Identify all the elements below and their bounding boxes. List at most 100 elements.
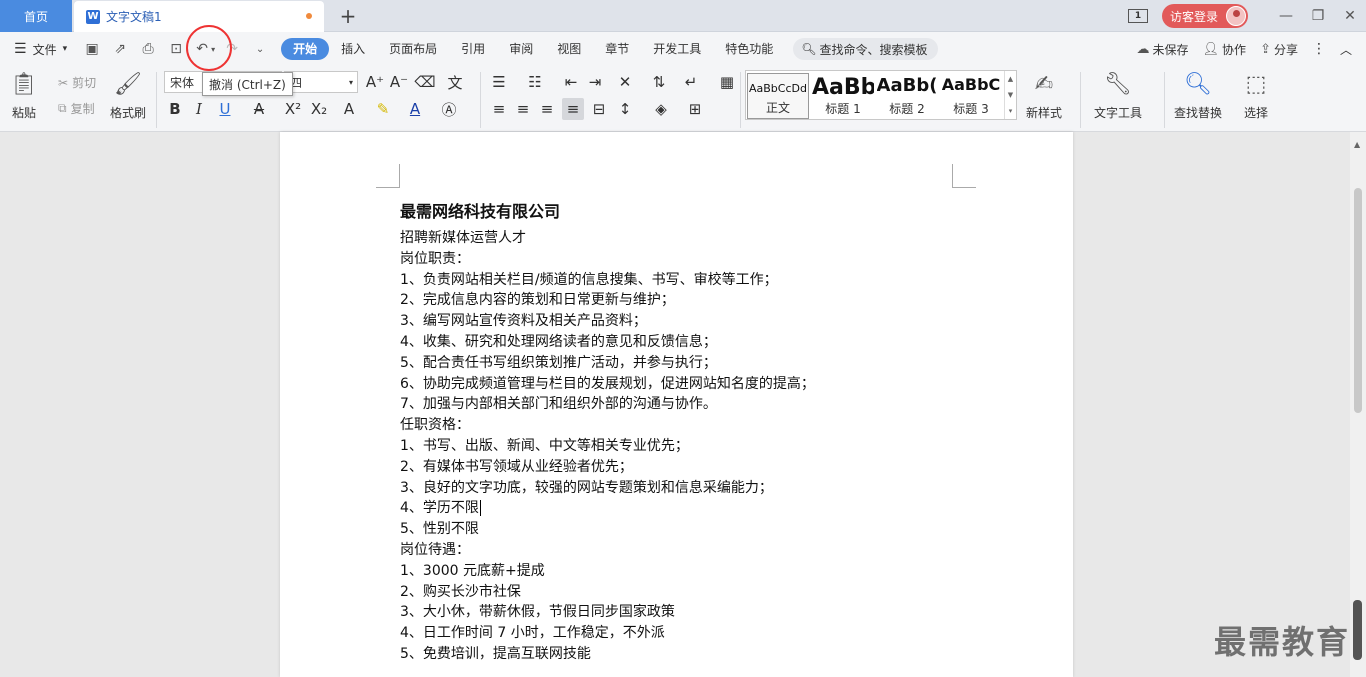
find-replace-button[interactable]: 🔍︎ 查找替换 <box>1174 70 1222 121</box>
clipboard-icon: 📋︎ <box>10 71 38 97</box>
borders-icon[interactable]: ⊞ <box>684 98 706 120</box>
table-layout-icon[interactable]: ▦ <box>716 71 738 93</box>
chinese-layout-icon[interactable]: ✕ <box>614 71 636 93</box>
style-heading-1[interactable]: AaBb 标题 1 <box>812 73 874 119</box>
underline-icon[interactable]: U <box>214 98 236 120</box>
clear-format-icon[interactable]: ⌫ <box>414 71 436 93</box>
document-page[interactable]: 最需网络科技有限公司 招聘新媒体运营人才 岗位职责： 1、负责网站相关栏目/频道… <box>280 132 1073 677</box>
collab-label: 协作 <box>1222 42 1247 57</box>
margin-corner-mark <box>952 164 976 188</box>
tab-home-start[interactable]: 开始 <box>281 38 330 60</box>
style-heading-3[interactable]: AaBbC 标题 3 <box>940 73 1002 119</box>
increase-indent-icon[interactable]: ⇥ <box>584 71 606 93</box>
divider <box>740 72 741 128</box>
paragraph: 任职资格： <box>400 417 470 434</box>
bullet-list-icon[interactable]: ☰ <box>488 71 510 93</box>
format-painter-button[interactable]: 🖌︎ 格式刷 <box>110 70 146 121</box>
paragraph: 3、良好的文字功底，较强的网站专题策划和信息采编能力； <box>400 479 773 496</box>
undo-highlight-circle <box>186 25 232 71</box>
magnifier-icon: 🔍︎ <box>1184 71 1212 97</box>
style-heading-2[interactable]: AaBb( 标题 2 <box>876 73 938 119</box>
align-center-icon[interactable]: ≡ <box>512 98 534 120</box>
bold-icon[interactable]: B <box>164 98 186 120</box>
document-body: 招聘新媒体运营人才 岗位职责： 1、负责网站相关栏目/频道的信息搜集、书写、审校… <box>400 228 815 665</box>
strikethrough-icon[interactable]: A <box>248 98 270 120</box>
copy-icon: ⧉ <box>58 101 67 115</box>
avatar <box>1226 6 1246 26</box>
guest-login-button[interactable]: 访客登录 <box>1161 4 1248 28</box>
style-gallery-scroll[interactable]: ▲ ▼ ▾ <box>1004 71 1016 119</box>
undo-tooltip-text: 撤消 (Ctrl+Z) <box>209 77 286 92</box>
export-icon[interactable]: ⇗ <box>111 40 129 58</box>
share-button[interactable]: ⇪ 分享 <box>1260 41 1298 58</box>
customize-toolbar-icon[interactable]: ⌄ <box>251 40 269 58</box>
collapse-ribbon-icon[interactable]: ︿ <box>1340 41 1352 58</box>
copy-label: 复制 <box>70 102 95 116</box>
scroll-nav-handle[interactable] <box>1353 600 1362 660</box>
vertical-scrollbar[interactable]: ▲ <box>1350 132 1366 677</box>
numbered-list-icon[interactable]: ☷ <box>524 71 546 93</box>
new-style-button[interactable]: ✍ 新样式 <box>1026 70 1062 121</box>
more-icon[interactable]: ⋮ <box>1312 41 1326 57</box>
tab-section[interactable]: 章节 <box>593 38 641 60</box>
chevron-down-icon: ▾ <box>62 44 68 54</box>
new-style-label: 新样式 <box>1026 106 1063 120</box>
guest-login-label: 访客登录 <box>1169 9 1218 24</box>
style-label: 正文 <box>765 101 790 115</box>
paste-button[interactable]: 📋︎ 粘贴 <box>10 70 38 121</box>
char-border-icon[interactable]: Ⓐ <box>438 98 460 120</box>
style-normal[interactable]: AaBbCcDd 正文 <box>747 73 809 119</box>
phonetic-guide-icon[interactable]: 文 <box>444 71 466 93</box>
shrink-font-icon[interactable]: A⁻ <box>388 71 410 93</box>
tab-review[interactable]: 审阅 <box>497 38 545 60</box>
text-effect-icon[interactable]: A <box>338 98 360 120</box>
tab-view[interactable]: 视图 <box>545 38 593 60</box>
command-search-input[interactable]: 🔍︎ 查找命令、搜索模板 <box>793 38 938 60</box>
sort-icon[interactable]: ⇅ <box>648 71 670 93</box>
font-color-icon[interactable]: A <box>404 98 426 120</box>
save-icon[interactable]: ▣ <box>83 40 101 58</box>
align-left-icon[interactable]: ≡ <box>488 98 510 120</box>
scrollbar-thumb[interactable] <box>1354 188 1362 413</box>
new-tab-button[interactable]: + <box>336 4 360 28</box>
file-menu[interactable]: ☰ 文件 ▾ <box>14 41 67 58</box>
window-count-icon[interactable]: 1 <box>1127 9 1148 23</box>
justify-icon[interactable]: ≡ <box>562 98 584 120</box>
superscript-icon[interactable]: X² <box>282 98 304 120</box>
cut-button[interactable]: ✂ 剪切 <box>58 74 96 91</box>
tab-features[interactable]: 特色功能 <box>713 38 785 60</box>
copy-button[interactable]: ⧉ 复制 <box>58 100 95 117</box>
tab-page-layout[interactable]: 页面布局 <box>377 38 449 60</box>
tab-home[interactable]: 首页 <box>0 0 72 32</box>
print-preview-icon[interactable]: ⊡ <box>167 40 185 58</box>
distribute-icon[interactable]: ⊟ <box>588 98 610 120</box>
paste-label: 粘贴 <box>11 106 36 120</box>
text-tools-button[interactable]: 🔧︎ 文字工具 <box>1094 70 1142 121</box>
collab-button[interactable]: 👤︎ 协作 <box>1203 41 1247 58</box>
tab-developer[interactable]: 开发工具 <box>641 38 713 60</box>
user-icon: 👤︎ <box>1202 41 1220 57</box>
tab-insert[interactable]: 插入 <box>329 38 377 60</box>
paragraph: 5、免费培训，提高互联网技能 <box>400 645 591 662</box>
close-button[interactable]: ✕ <box>1334 0 1366 32</box>
paragraph: 5、配合责任书写组织策划推广活动，并参与执行； <box>400 354 717 371</box>
italic-icon[interactable]: I <box>188 98 210 120</box>
style-label: 标题 1 <box>825 102 861 116</box>
shading-icon[interactable]: ◈ <box>650 98 672 120</box>
line-spacing-icon[interactable]: ↕ <box>614 98 636 120</box>
select-button[interactable]: ⬚ 选择 <box>1242 70 1270 121</box>
scroll-up-icon[interactable]: ▲ <box>1354 140 1360 149</box>
align-right-icon[interactable]: ≡ <box>536 98 558 120</box>
unsaved-status[interactable]: ☁ 未保存 <box>1137 41 1189 58</box>
highlight-icon[interactable]: ✎ <box>372 98 394 120</box>
minimize-button[interactable]: — <box>1270 0 1302 32</box>
grow-font-icon[interactable]: A⁺ <box>364 71 386 93</box>
font-size-select[interactable]: 四 ▾ <box>284 71 358 93</box>
command-search-placeholder: 查找命令、搜索模板 <box>819 42 928 57</box>
decrease-indent-icon[interactable]: ⇤ <box>560 71 582 93</box>
show-marks-icon[interactable]: ↵ <box>680 71 702 93</box>
tab-references[interactable]: 引用 <box>449 38 497 60</box>
subscript-icon[interactable]: X₂ <box>308 98 330 120</box>
print-icon[interactable]: ⎙ <box>139 40 157 58</box>
restore-button[interactable]: ❐ <box>1302 0 1334 32</box>
